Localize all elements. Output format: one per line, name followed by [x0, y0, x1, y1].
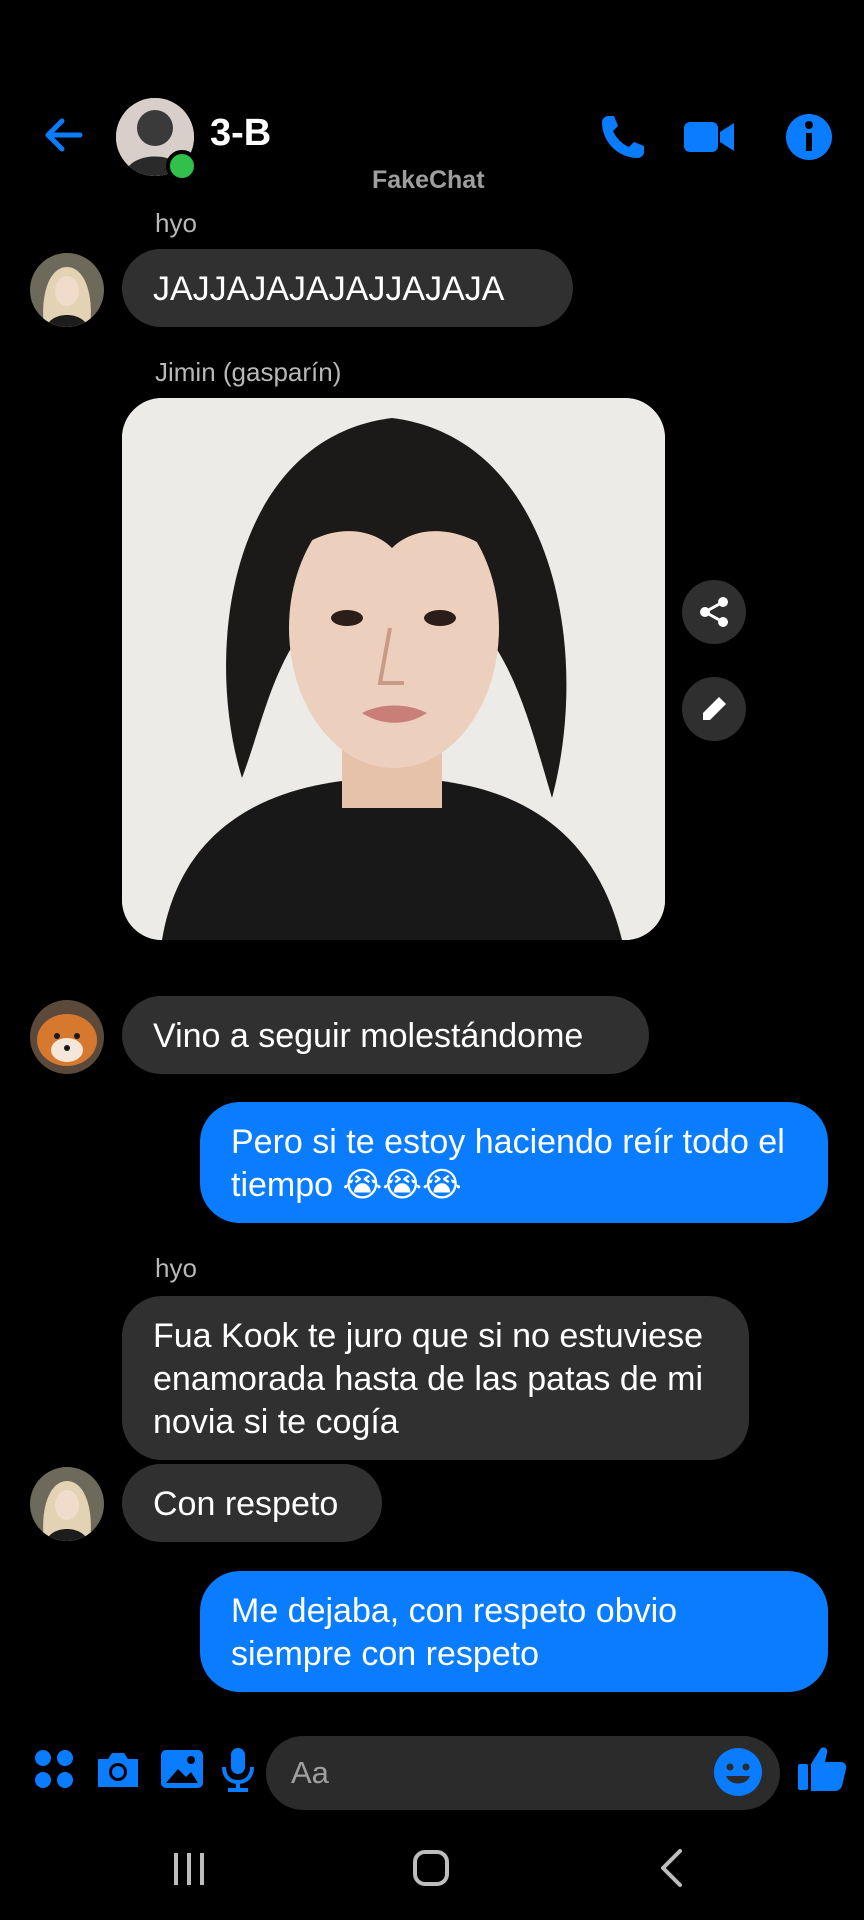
thumbs-up-icon[interactable] — [796, 1742, 848, 1794]
sender-name: hyo — [155, 208, 197, 238]
info-icon[interactable] — [782, 110, 836, 164]
girl-avatar[interactable] — [30, 253, 104, 327]
sender-name: Jimin (gasparín) — [155, 357, 342, 387]
home-icon[interactable] — [406, 1843, 456, 1893]
message-bubble[interactable]: Con respeto — [122, 1464, 382, 1542]
photo-message[interactable] — [122, 398, 665, 940]
message-bubble-outgoing[interactable]: Me dejaba, con respeto obvio siempre con… — [200, 1571, 828, 1692]
fox-avatar[interactable] — [30, 1000, 104, 1074]
pencil-icon — [703, 697, 726, 720]
chat-title[interactable]: 3-B — [210, 112, 271, 155]
back-icon[interactable] — [648, 1843, 698, 1893]
back-arrow-icon[interactable] — [40, 110, 90, 160]
gallery-icon[interactable] — [158, 1745, 206, 1793]
message-bubble[interactable]: Vino a seguir molestándome — [122, 996, 649, 1074]
message-input[interactable] — [266, 1736, 780, 1810]
phone-icon[interactable] — [596, 110, 650, 164]
share-button[interactable] — [682, 580, 746, 644]
video-camera-icon[interactable] — [682, 110, 736, 164]
edit-button[interactable] — [682, 677, 746, 741]
message-input-placeholder: Aa — [291, 1755, 329, 1790]
girl-avatar[interactable] — [30, 1467, 104, 1541]
recent-apps-icon[interactable] — [164, 1843, 214, 1893]
share-icon — [700, 597, 728, 627]
sender-name: hyo — [155, 1253, 197, 1283]
microphone-icon[interactable] — [214, 1745, 262, 1793]
camera-icon[interactable] — [94, 1745, 142, 1793]
photo-person-icon — [122, 398, 665, 940]
emoji-icon[interactable] — [712, 1746, 764, 1798]
message-bubble[interactable]: JAJJAJAJAJAJJAJAJA — [122, 249, 573, 327]
message-bubble[interactable]: Fua Kook te juro que si no estuviese ena… — [122, 1296, 749, 1460]
watermark: FakeChat — [372, 166, 485, 194]
apps-grid-icon[interactable] — [30, 1745, 78, 1793]
online-status-dot — [166, 150, 198, 182]
message-bubble-outgoing[interactable]: Pero si te estoy haciendo reír todo el t… — [200, 1102, 828, 1223]
